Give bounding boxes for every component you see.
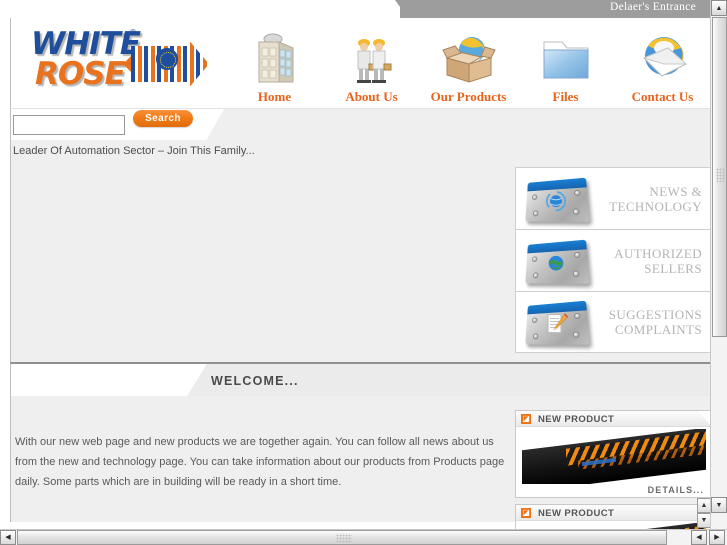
scroll-left-button-secondary[interactable]: ◀: [691, 530, 707, 545]
horizontal-scrollbar-thumb[interactable]: [17, 530, 667, 545]
scroll-up-button[interactable]: ▲: [711, 0, 727, 16]
sidebar-label-suggestions-complaints: SUGGESTIONS COMPLAINTS: [608, 307, 702, 337]
scrollbar-grip: [336, 534, 352, 543]
nav-label-files: Files: [552, 89, 579, 104]
scroll-left-button[interactable]: ◀: [0, 530, 16, 545]
page-vertical-scrollbar[interactable]: ▲ ▼: [710, 0, 727, 529]
page-title: WELCOME...: [211, 374, 299, 388]
logo-eu-stars-icon: [156, 48, 178, 70]
sidebar-panels: NEWS & TECHNOLOGY AUTHORIZED SELLERS SUG…: [515, 167, 711, 353]
new-product-marker-icon: ◪: [521, 414, 531, 424]
plate-globe-icon: [518, 173, 594, 225]
workers-icon: [323, 28, 420, 86]
top-bar: Delaer's Entrance: [0, 0, 710, 18]
nav-item-home[interactable]: Home: [226, 28, 323, 108]
new-products-scroll-down-button[interactable]: ▼: [697, 513, 711, 528]
nav-label-contact-us: Contact Us: [631, 89, 694, 104]
search-input[interactable]: [13, 115, 125, 135]
dealers-entrance-link[interactable]: Delaer's Entrance: [610, 1, 696, 13]
vertical-scrollbar-thumb[interactable]: [712, 17, 727, 337]
site-logo[interactable]: WHITE ® ROSE: [19, 20, 209, 102]
new-products-scroll-up-button[interactable]: ▲: [697, 498, 711, 513]
search-row: Search: [10, 108, 711, 141]
nav-label-about-us: About Us: [345, 89, 398, 104]
sidebar-item-authorized-sellers[interactable]: AUTHORIZED SELLERS: [515, 229, 711, 291]
new-products-column: ◪ NEW PRODUCT DETAILS... ◪ NEW PRODUCT ▲…: [515, 410, 711, 530]
nav-label-home: Home: [257, 89, 292, 104]
new-product-details-link[interactable]: DETAILS...: [648, 485, 704, 495]
welcome-section-header: WELCOME...: [10, 362, 710, 396]
nav-item-our-products[interactable]: Our Products: [420, 28, 517, 108]
new-product-card[interactable]: ◪ NEW PRODUCT DETAILS...: [515, 504, 711, 530]
plate-world-icon: [518, 235, 594, 287]
new-product-marker-icon: ◪: [521, 508, 531, 518]
box-globe-icon: [420, 28, 517, 86]
scroll-right-button[interactable]: ▶: [709, 530, 725, 545]
new-product-photo: [520, 429, 706, 484]
sidebar-item-news-technology[interactable]: NEWS & TECHNOLOGY: [515, 167, 711, 229]
search-button[interactable]: Search: [133, 110, 193, 127]
sidebar-label-news-technology: NEWS & TECHNOLOGY: [609, 183, 702, 214]
welcome-paragraph: With our new web page and new products w…: [15, 436, 505, 488]
folder-icon: [517, 28, 614, 86]
tagline-text: Leader Of Automation Sector – Join This …: [13, 145, 255, 157]
tagline-bar: Leader Of Automation Sector – Join This …: [10, 140, 710, 163]
scrollbar-grip: [716, 168, 725, 182]
nav-item-files[interactable]: Files: [517, 28, 614, 108]
sidebar-item-suggestions-complaints[interactable]: SUGGESTIONS COMPLAINTS: [515, 291, 711, 353]
new-product-card[interactable]: ◪ NEW PRODUCT DETAILS...: [515, 410, 711, 498]
plate-note-pencil-icon: [518, 296, 594, 348]
browser-viewport: Delaer's Entrance WHITE ® ROSE Home Abou…: [0, 0, 727, 545]
site-header: WHITE ® ROSE Home About Us Our Products …: [10, 18, 710, 108]
new-product-card-header: ◪ NEW PRODUCT: [516, 505, 710, 521]
welcome-body-area: With our new web page and new products w…: [10, 396, 711, 530]
logo-text-rose: ROSE: [35, 56, 126, 92]
top-bar-wedge: [0, 0, 400, 18]
main-content-area: NEWS & TECHNOLOGY AUTHORIZED SELLERS SUG…: [10, 163, 711, 362]
nav-item-about-us[interactable]: About Us: [323, 28, 420, 108]
nav-label-our-products: Our Products: [430, 89, 507, 104]
sidebar-label-authorized-sellers: AUTHORIZED SELLERS: [614, 245, 702, 276]
new-product-card-header: ◪ NEW PRODUCT: [516, 411, 710, 427]
envelope-globe-icon: [614, 28, 711, 86]
main-navigation: Home About Us Our Products Files Contact…: [226, 28, 711, 108]
new-product-title: NEW PRODUCT: [538, 508, 615, 519]
new-product-title: NEW PRODUCT: [538, 414, 615, 425]
page-horizontal-scrollbar[interactable]: ◀ ◀ ▶: [0, 529, 727, 545]
scroll-down-button[interactable]: ▼: [711, 497, 727, 513]
search-row-wedge: [206, 109, 711, 141]
nav-item-contact-us[interactable]: Contact Us: [614, 28, 711, 108]
new-products-scrollbar[interactable]: ▲ ▼: [697, 498, 711, 530]
logo-registered-mark: ®: [129, 28, 137, 37]
building-icon: [226, 28, 323, 86]
